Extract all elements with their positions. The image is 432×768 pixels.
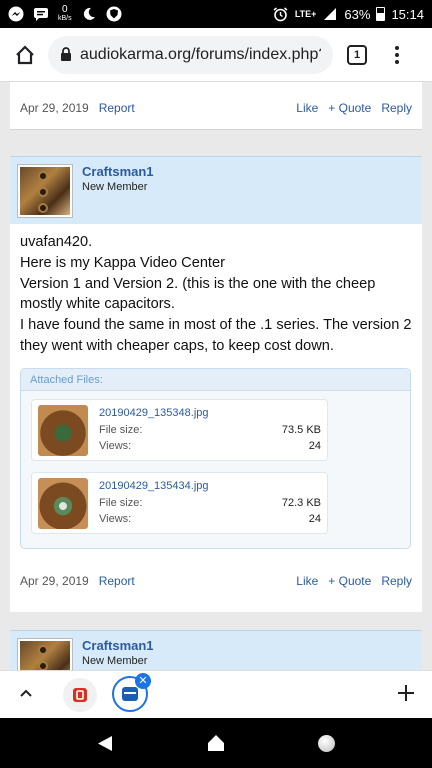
- attached-files-label: Attached Files:: [21, 369, 410, 391]
- status-bar: 0 kB/s LTE+ 63% 15:14: [0, 0, 432, 28]
- network-speed: 0 kB/s: [58, 5, 72, 23]
- attachment-thumbnail[interactable]: [38, 405, 88, 456]
- plus-icon[interactable]: [394, 681, 418, 705]
- back-icon[interactable]: [97, 735, 113, 757]
- bottom-toolbar: ✕: [0, 670, 432, 718]
- attached-files: Attached Files: 20190429_135348.jpg File…: [20, 368, 411, 549]
- message-line: I have found the same in most of the .1 …: [20, 317, 412, 354]
- file-size-label: File size:: [99, 424, 143, 436]
- user-header: Craftsman1 New Member: [10, 630, 422, 670]
- browser-toolbar: audiokarma.org/forums/index.php?thre 1: [0, 28, 432, 82]
- forum-post: Craftsman1 New Member: [10, 630, 422, 670]
- message-icon: [33, 6, 49, 22]
- quote-link[interactable]: + Quote: [328, 101, 371, 115]
- address-bar[interactable]: audiokarma.org/forums/index.php?thre: [48, 35, 333, 74]
- message-line: uvafan420.: [20, 234, 93, 250]
- battery-icon: [376, 7, 386, 21]
- page-content: Apr 29, 2019 Report Like + Quote Reply C…: [0, 82, 432, 670]
- reply-link[interactable]: Reply: [381, 574, 412, 588]
- avatar[interactable]: [18, 165, 72, 217]
- close-icon[interactable]: ✕: [135, 673, 151, 689]
- like-link[interactable]: Like: [296, 101, 318, 115]
- alarm-icon: [273, 6, 289, 22]
- chevron-up-icon[interactable]: [16, 683, 36, 703]
- views-label: Views:: [99, 440, 132, 452]
- user-title: New Member: [82, 181, 148, 193]
- views-value: 24: [308, 513, 321, 525]
- report-link[interactable]: Report: [99, 574, 135, 588]
- system-nav-bar: [0, 718, 432, 768]
- previous-post-footer: Apr 29, 2019 Report Like + Quote Reply: [10, 82, 422, 130]
- url-text: audiokarma.org/forums/index.php?thre: [80, 45, 321, 63]
- menu-icon[interactable]: [387, 40, 407, 70]
- attachment-thumbnail[interactable]: [38, 478, 88, 529]
- quote-link[interactable]: + Quote: [328, 574, 371, 588]
- file-size-label: File size:: [99, 497, 143, 509]
- views-value: 24: [308, 440, 321, 452]
- username[interactable]: Craftsman1: [82, 164, 154, 179]
- file-size-value: 73.5 KB: [281, 424, 321, 436]
- messenger-icon: [8, 6, 24, 22]
- net-speed-value: 0: [62, 4, 68, 15]
- avatar[interactable]: [18, 639, 72, 670]
- post-date: Apr 29, 2019: [20, 101, 89, 115]
- like-link[interactable]: Like: [296, 574, 318, 588]
- reply-link[interactable]: Reply: [381, 101, 412, 115]
- post-message: uvafan420. Here is my Kappa Video Center…: [20, 232, 415, 357]
- recents-icon[interactable]: [318, 735, 335, 752]
- user-title: New Member: [82, 655, 148, 667]
- views-label: Views:: [99, 513, 132, 525]
- user-header: Craftsman1 New Member: [10, 156, 422, 224]
- username[interactable]: Craftsman1: [82, 638, 154, 653]
- moon-icon: [81, 6, 97, 22]
- forum-post: Craftsman1 New Member uvafan420. Here is…: [10, 156, 422, 612]
- lte-indicator: LTE+: [294, 9, 317, 19]
- shield-icon: [106, 6, 122, 22]
- home-icon[interactable]: [10, 40, 40, 70]
- attachment[interactable]: 20190429_135348.jpg File size: 73.5 KB V…: [31, 399, 328, 461]
- message-line: Here is my Kappa Video Center: [20, 254, 225, 271]
- post-footer: Apr 29, 2019 Report Like + Quote Reply: [20, 574, 412, 588]
- file-size-value: 72.3 KB: [281, 497, 321, 509]
- net-speed-unit: kB/s: [58, 15, 72, 22]
- attachment-name[interactable]: 20190429_135348.jpg: [99, 407, 209, 419]
- home-icon[interactable]: [207, 734, 225, 757]
- report-link[interactable]: Report: [99, 101, 135, 115]
- clock: 15:14: [391, 6, 424, 22]
- tab-switcher-icon[interactable]: 1: [347, 44, 367, 65]
- battery-percent: 63%: [344, 6, 371, 22]
- tab-thumbnail-icon[interactable]: [63, 678, 97, 712]
- attachment-name[interactable]: 20190429_135434.jpg: [99, 480, 209, 492]
- post-date: Apr 29, 2019: [20, 574, 89, 588]
- signal-icon: [322, 6, 338, 22]
- attachment[interactable]: 20190429_135434.jpg File size: 72.3 KB V…: [31, 472, 328, 534]
- message-line: Version 1 and Version 2. (this is the on…: [20, 275, 376, 313]
- lock-icon: [60, 47, 72, 62]
